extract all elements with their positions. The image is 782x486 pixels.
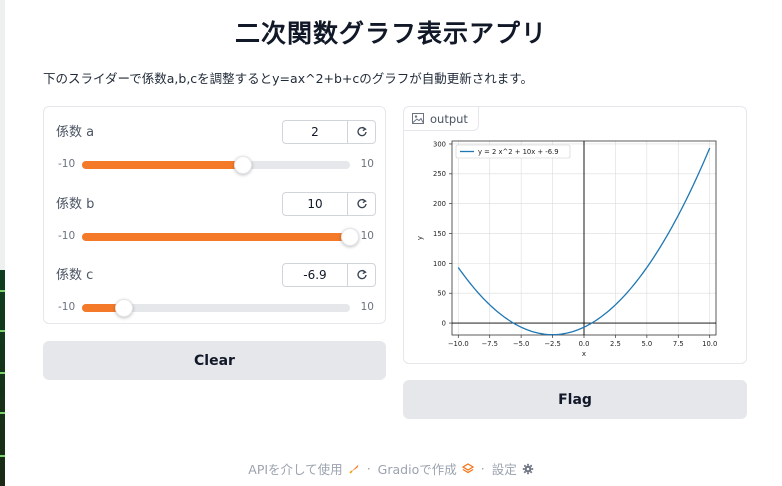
separator: · [480, 461, 485, 476]
number-field [282, 263, 376, 287]
coefficient-b-input[interactable] [283, 193, 347, 215]
gradio-link[interactable]: Gradioで作成 [378, 459, 474, 478]
settings-link[interactable]: 設定 [492, 459, 534, 478]
y-axis-label: y [416, 236, 424, 240]
api-link[interactable]: APIを介して使用 [248, 459, 359, 478]
chart-legend: y = 2 x^2 + 10x + -6.9 [455, 144, 571, 159]
reset-icon [356, 198, 367, 209]
range-min: -10 [58, 301, 76, 313]
gradio-logo-icon [461, 462, 474, 473]
rocket-icon [349, 464, 359, 474]
api-link-label: APIを介して使用 [248, 462, 343, 477]
window-edge [0, 0, 5, 486]
output-label: output [404, 107, 479, 131]
x-tick-label: −2.5 [544, 340, 561, 348]
output-panel: output −10.0 −7.5 −5.0 −2.5 0.0 2.5 5.0 7.5 10.0… [403, 106, 747, 364]
y-tick-label: 0 [442, 319, 446, 327]
clear-button[interactable]: Clear [43, 341, 386, 380]
range-max: 10 [360, 301, 374, 313]
slider-c: 係数 c -10 10 [56, 263, 376, 324]
x-tick-label: 7.5 [673, 340, 684, 348]
x-tick-label: 2.5 [610, 340, 621, 348]
reset-icon [356, 269, 367, 280]
x-axis-label: x [582, 350, 586, 358]
output-label-text: output [430, 111, 468, 126]
x-tick-label: 5.0 [641, 340, 652, 348]
reset-button[interactable] [347, 193, 375, 215]
y-tick-label: 50 [437, 290, 446, 298]
number-field [282, 192, 376, 216]
slider-track[interactable] [82, 299, 350, 317]
x-tick-label: 0.0 [579, 340, 590, 348]
reset-button[interactable] [347, 121, 375, 143]
plot-image: −10.0 −7.5 −5.0 −2.5 0.0 2.5 5.0 7.5 10.0 0 50 100 1… [416, 140, 717, 358]
range-max: 10 [360, 158, 374, 170]
y-tick-label: 300 [433, 140, 446, 148]
page-title: 二次関数グラフ表示アプリ [234, 19, 547, 48]
range-max: 10 [360, 230, 374, 242]
flag-button[interactable]: Flag [403, 380, 747, 419]
slider-b: 係数 b -10 10 [56, 192, 376, 253]
y-tick-label: 200 [433, 200, 446, 208]
y-tick-label: 100 [433, 260, 446, 268]
separator: · [366, 461, 371, 476]
slider-label: 係数 b [56, 197, 95, 212]
range-min: -10 [58, 230, 76, 242]
settings-link-label: 設定 [491, 462, 517, 477]
slider-thumb[interactable] [233, 156, 252, 174]
slider-thumb[interactable] [114, 299, 133, 317]
slider-a: 係数 a -10 10 [56, 120, 376, 181]
x-tick-label: −5.0 [513, 340, 530, 348]
reset-icon [356, 126, 367, 137]
y-tick-label: 150 [433, 230, 446, 238]
gradio-link-label: Gradioで作成 [377, 462, 457, 477]
y-tick-label: 250 [433, 170, 446, 178]
image-icon [412, 113, 424, 124]
slider-fill [82, 233, 350, 241]
footer: APIを介して使用 · Gradioで作成 · 設定 [0, 459, 782, 478]
range-min: -10 [58, 158, 76, 170]
legend-entry: y = 2 x^2 + 10x + -6.9 [478, 148, 559, 156]
slider-track[interactable] [82, 156, 350, 174]
number-field [282, 120, 376, 144]
page-description: 下のスライダーで係数a,b,cを調整するとy=ax^2+b+cのグラフが自動更新… [43, 71, 534, 86]
x-tick-label: −7.5 [481, 340, 498, 348]
coefficient-a-input[interactable] [283, 121, 347, 143]
reset-button[interactable] [347, 264, 375, 286]
input-panel: 係数 a -10 10 係数 b [43, 106, 386, 324]
slider-fill [82, 161, 243, 169]
x-tick-label: 10.0 [702, 340, 717, 348]
coefficient-c-input[interactable] [283, 264, 347, 286]
slider-thumb[interactable] [341, 228, 359, 246]
slider-label: 係数 a [56, 125, 95, 140]
gear-icon [522, 463, 533, 474]
slider-label: 係数 c [56, 268, 94, 283]
slider-track[interactable] [82, 228, 359, 246]
x-tick-label: −10.0 [448, 340, 469, 348]
